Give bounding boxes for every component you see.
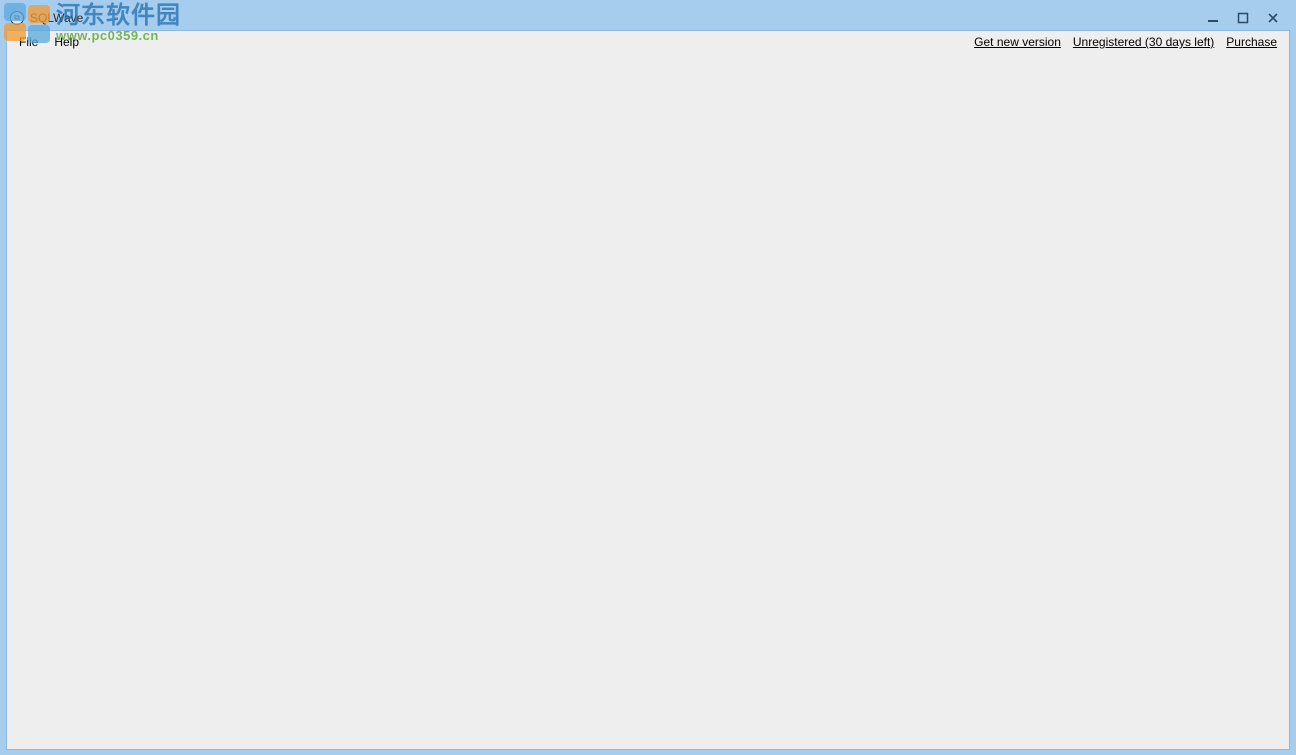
app-title: SQLWave	[30, 11, 1204, 25]
link-unregistered[interactable]: Unregistered (30 days left)	[1073, 35, 1214, 49]
link-get-new-version[interactable]: Get new version	[974, 35, 1061, 49]
menu-file[interactable]: File	[11, 33, 46, 51]
app-icon: ⧉	[10, 11, 24, 25]
menubar-right: Get new version Unregistered (30 days le…	[974, 35, 1285, 49]
titlebar[interactable]: ⧉ SQLWave	[6, 5, 1290, 30]
link-purchase[interactable]: Purchase	[1226, 35, 1277, 49]
minimize-button[interactable]	[1204, 11, 1222, 25]
close-button[interactable]	[1264, 11, 1282, 25]
client-area: File Help Get new version Unregistered (…	[6, 30, 1290, 750]
app-window: ⧉ SQLWave File Help Get new version Unre…	[6, 5, 1290, 750]
window-controls	[1204, 11, 1286, 25]
menubar: File Help Get new version Unregistered (…	[7, 31, 1289, 53]
menubar-left: File Help	[11, 33, 87, 51]
menu-help[interactable]: Help	[46, 33, 87, 51]
maximize-button[interactable]	[1234, 11, 1252, 25]
content-area	[7, 53, 1289, 749]
